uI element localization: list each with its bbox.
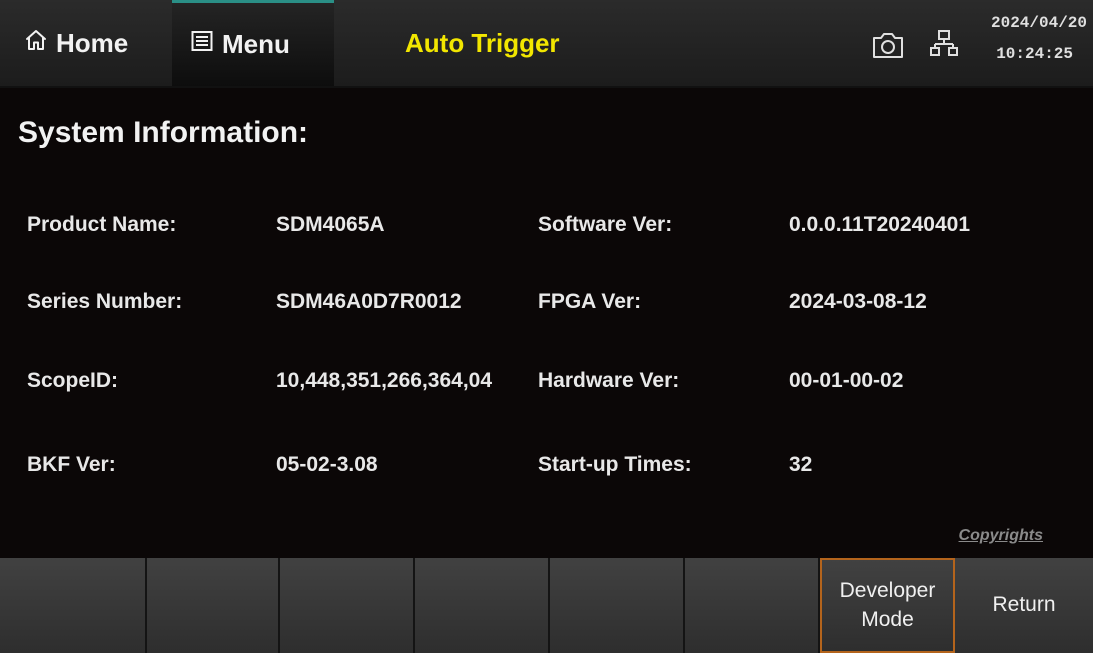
developer-mode-label: Developer Mode — [840, 577, 936, 634]
menu-label: Menu — [222, 29, 290, 59]
date-display: 2024/04/20 — [990, 14, 1087, 32]
trigger-mode-label[interactable]: Auto Trigger — [405, 0, 560, 86]
softkey-4[interactable] — [415, 558, 550, 653]
fpga-ver-label: FPGA Ver: — [538, 290, 642, 313]
camera-icon[interactable] — [870, 30, 906, 65]
menu-icon — [190, 29, 214, 60]
instrument-screen: Home Menu Auto Trigger 2024/04/20 10:24:… — [0, 0, 1093, 653]
software-ver-value: 0.0.0.11T20240401 — [789, 213, 971, 236]
time-display: 10:24:25 — [996, 45, 1073, 63]
softkey-2[interactable] — [147, 558, 280, 653]
softkey-bar: Developer Mode Return — [0, 558, 1093, 653]
fpga-ver-value: 2024-03-08-12 — [789, 290, 927, 313]
home-label: Home — [56, 27, 129, 58]
network-icon — [930, 29, 958, 64]
menu-button[interactable]: Menu — [172, 0, 334, 86]
page-title: System Information: — [18, 116, 309, 149]
info-row: BKF Ver: 05-02-3.08 Start-up Times: 32 — [0, 453, 1093, 493]
scope-id-label: ScopeID: — [27, 369, 119, 392]
info-row: ScopeID: 10,448,351,266,364,04 Hardware … — [0, 369, 1093, 409]
info-row: Series Number: SDM46A0D7R0012 FPGA Ver: … — [0, 290, 1093, 330]
info-row: Product Name: SDM4065A Software Ver: 0.0… — [0, 213, 1093, 253]
top-bar: Home Menu Auto Trigger 2024/04/20 10:24:… — [0, 0, 1093, 88]
softkey-3[interactable] — [280, 558, 415, 653]
product-name-label: Product Name: — [27, 213, 177, 236]
copyrights-link[interactable]: Copyrights — [959, 527, 1043, 545]
series-number-value: SDM46A0D7R0012 — [276, 290, 462, 313]
return-label: Return — [992, 593, 1056, 617]
softkey-6[interactable] — [685, 558, 820, 653]
hardware-ver-label: Hardware Ver: — [538, 369, 680, 392]
bkf-ver-label: BKF Ver: — [27, 453, 116, 476]
scope-id-value: 10,448,351,266,364,04 — [276, 369, 493, 392]
hardware-ver-value: 00-01-00-02 — [789, 369, 904, 392]
home-button[interactable]: Home — [0, 0, 172, 86]
series-number-label: Series Number: — [27, 290, 183, 313]
developer-mode-button[interactable]: Developer Mode — [820, 558, 955, 653]
home-icon — [24, 28, 48, 59]
developer-mode-line1: Developer — [839, 579, 936, 603]
product-name-value: SDM4065A — [276, 213, 385, 236]
softkey-5[interactable] — [550, 558, 685, 653]
bkf-ver-value: 05-02-3.08 — [276, 453, 378, 476]
developer-mode-line2: Mode — [861, 607, 914, 631]
return-button[interactable]: Return — [955, 558, 1093, 653]
softkey-1[interactable] — [0, 558, 147, 653]
startup-times-label: Start-up Times: — [538, 453, 692, 476]
startup-times-value: 32 — [789, 453, 813, 476]
software-ver-label: Software Ver: — [538, 213, 673, 236]
